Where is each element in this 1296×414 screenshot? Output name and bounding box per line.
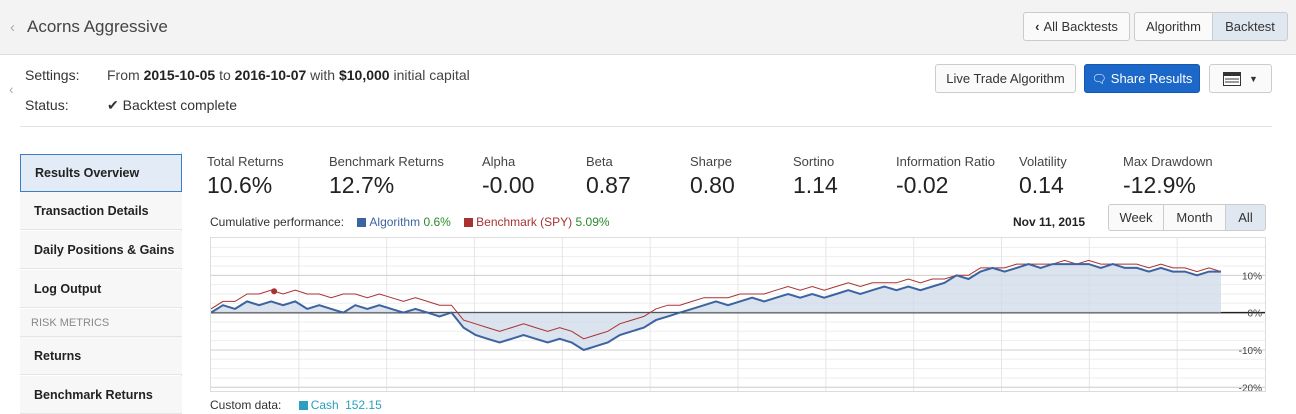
metric-beta: Beta 0.87	[586, 154, 631, 198]
start-date: 2015-10-05	[143, 67, 216, 83]
sidebar-item-returns[interactable]: Returns	[20, 337, 182, 375]
custom-data: Custom data: Cash 152.15	[210, 398, 382, 412]
y-tick-label: -10%	[1239, 346, 1262, 357]
performance-legend: Cumulative performance: Algorithm 0.6% B…	[210, 215, 610, 229]
tab-algorithm[interactable]: Algorithm	[1134, 12, 1213, 41]
top-bar: ‹ Acorns Aggressive ‹ All Backtests Algo…	[0, 0, 1296, 55]
settings-label: Settings:	[25, 67, 80, 83]
caret-down-icon: ▼	[1249, 73, 1258, 84]
hover-marker	[271, 288, 278, 295]
metric-information-ratio: Information Ratio -0.02	[896, 154, 995, 198]
sidebar-item-log-output[interactable]: Log Output	[20, 270, 182, 308]
checkmark-icon: ✔	[107, 97, 119, 113]
comments-icon: 🗨	[1091, 71, 1107, 86]
status-label: Status:	[25, 97, 69, 113]
view-menu-button[interactable]: ▼	[1209, 64, 1272, 93]
sidebar-header-risk-metrics: RISK METRICS	[20, 309, 182, 337]
metric-alpha: Alpha -0.00	[482, 154, 535, 198]
range-all-button[interactable]: All	[1225, 204, 1266, 231]
share-results-button[interactable]: 🗨 Share Results	[1084, 64, 1200, 93]
performance-chart-svg: 10% 0% -10% -20%	[210, 238, 1265, 394]
sidebar-item-results-overview[interactable]: Results Overview	[20, 154, 182, 192]
metric-total-returns: Total Returns 10.6%	[207, 154, 284, 198]
y-tick-label: 10%	[1242, 271, 1262, 282]
chevron-left-icon: ‹	[1035, 19, 1040, 34]
hover-date: Nov 11, 2015	[1013, 215, 1086, 229]
chevron-left-icon[interactable]: ‹	[9, 81, 14, 97]
sidebar-item-daily-positions[interactable]: Daily Positions & Gains	[20, 231, 182, 269]
end-date: 2016-10-07	[234, 67, 307, 83]
sidebar-item-benchmark-returns[interactable]: Benchmark Returns	[20, 376, 182, 414]
cumulative-performance-chart[interactable]: 10% 0% -10% -20%	[210, 237, 1266, 394]
metric-sharpe: Sharpe 0.80	[690, 154, 735, 198]
all-backtests-button[interactable]: ‹ All Backtests	[1023, 12, 1130, 41]
page-title: Acorns Aggressive	[27, 17, 168, 36]
sidebar-item-transaction-details[interactable]: Transaction Details	[20, 192, 182, 230]
metric-max-drawdown: Max Drawdown -12.9%	[1123, 154, 1213, 198]
table-icon	[1223, 71, 1242, 86]
range-month-button[interactable]: Month	[1163, 204, 1226, 231]
settings-summary: From 2015-10-05 to 2016-10-07 with $10,0…	[107, 67, 470, 83]
metric-sortino: Sortino 1.14	[793, 154, 838, 198]
chevron-left-icon[interactable]: ‹	[10, 19, 15, 36]
metric-volatility: Volatility 0.14	[1019, 154, 1067, 198]
algorithm-swatch	[357, 218, 367, 227]
range-week-button[interactable]: Week	[1108, 204, 1164, 231]
benchmark-swatch	[464, 218, 474, 227]
initial-capital: $10,000	[338, 67, 390, 83]
status-value: ✔ Backtest complete	[107, 97, 238, 113]
sidebar: Results Overview Transaction Details Dai…	[20, 152, 182, 414]
cash-swatch	[298, 401, 308, 410]
tab-backtest[interactable]: Backtest	[1212, 12, 1288, 41]
y-tick-label: 0%	[1248, 309, 1263, 320]
y-tick-label: -20%	[1239, 383, 1262, 391]
divider	[20, 126, 1272, 127]
metric-benchmark-returns: Benchmark Returns 12.7%	[329, 154, 444, 198]
live-trade-button[interactable]: Live Trade Algorithm	[935, 64, 1076, 93]
